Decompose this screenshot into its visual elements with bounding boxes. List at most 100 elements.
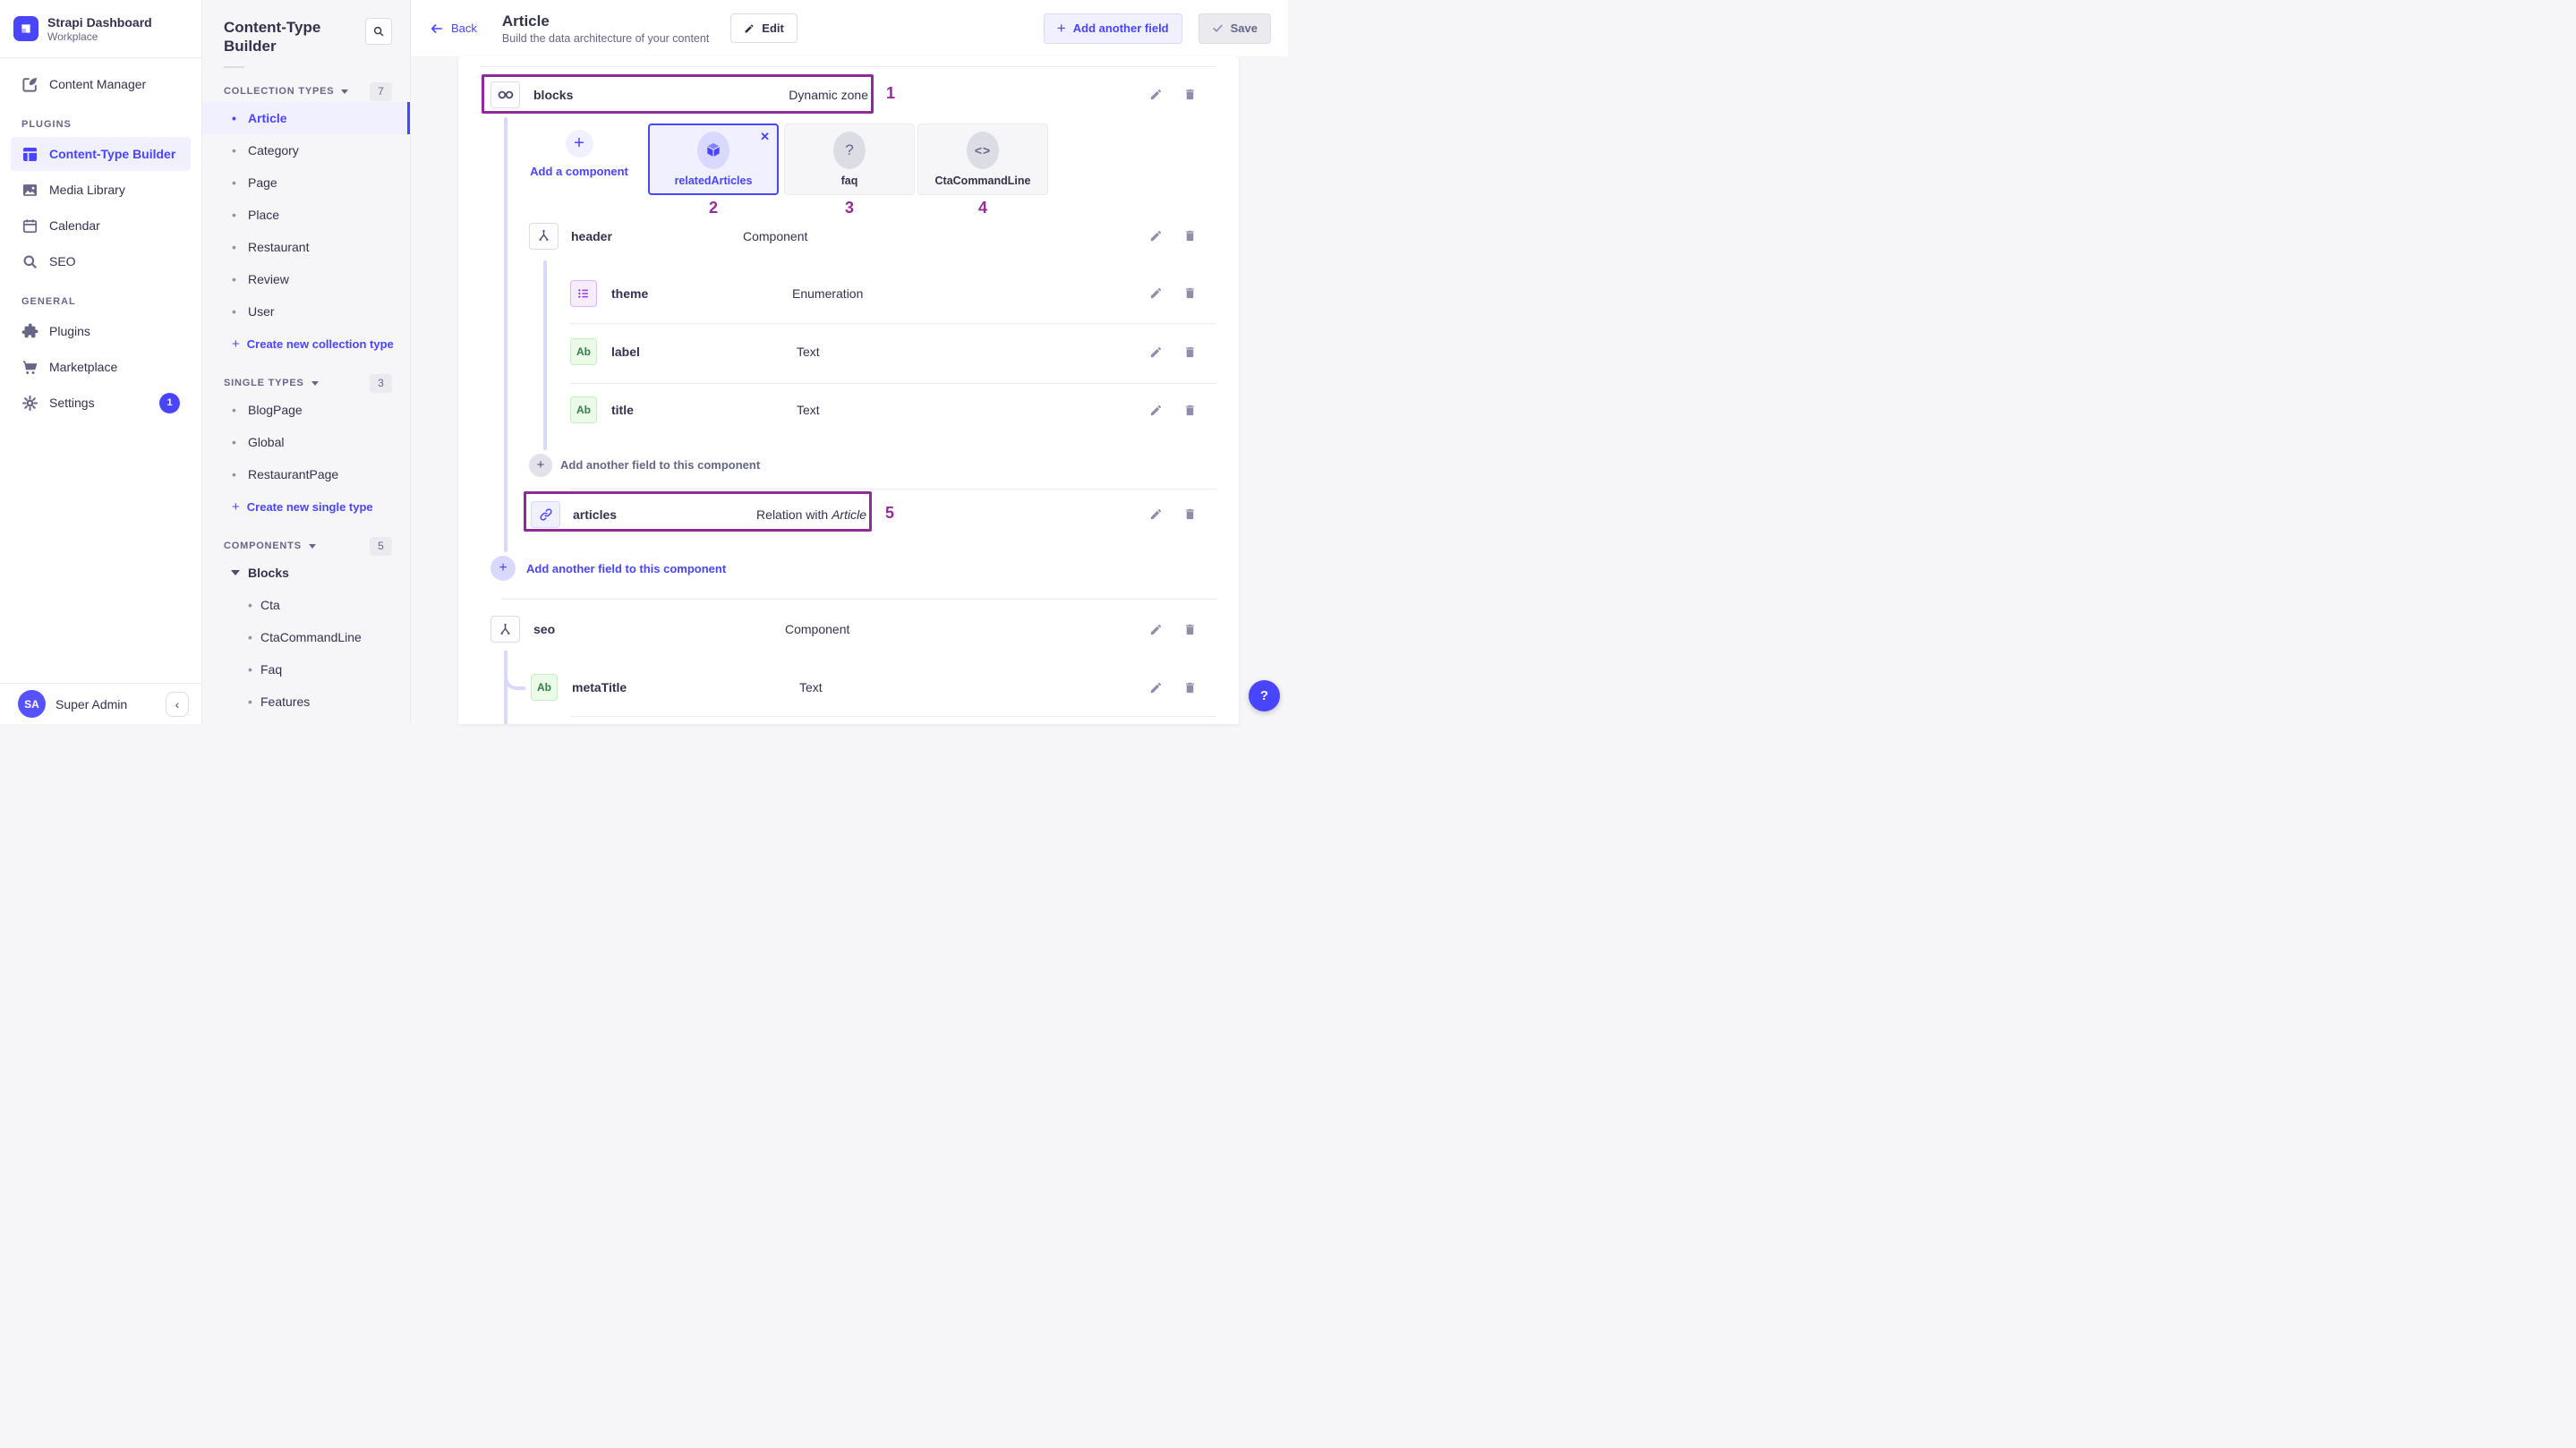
content-type-builder-subnav: Content-Type Builder COLLECTION TYPES 7 … bbox=[202, 0, 411, 724]
annotation-number-3: 3 bbox=[784, 199, 915, 217]
sidebar-item-label: Media Library bbox=[49, 183, 125, 197]
cart-icon bbox=[21, 359, 38, 376]
chevron-down-icon bbox=[311, 381, 319, 386]
field-name: blocks bbox=[533, 88, 573, 102]
field-row-theme: theme Enumeration bbox=[458, 273, 1239, 313]
sidebar-item-seo[interactable]: SEO bbox=[0, 244, 201, 278]
delete-field-icon[interactable] bbox=[1183, 286, 1197, 300]
puzzle-icon bbox=[21, 323, 38, 340]
text-field-icon: Ab bbox=[531, 674, 558, 701]
sidebar-item-settings[interactable]: Settings 1 bbox=[0, 386, 201, 420]
field-type: Relation with Article bbox=[743, 507, 866, 522]
plus-icon: + bbox=[232, 336, 240, 352]
field-name: articles bbox=[573, 507, 617, 522]
sidebar-item-label: Calendar bbox=[49, 218, 100, 233]
chevron-down-icon bbox=[309, 544, 316, 549]
search-button[interactable] bbox=[365, 18, 392, 45]
help-button[interactable]: ? bbox=[1249, 680, 1280, 711]
delete-field-icon[interactable] bbox=[1183, 623, 1197, 636]
subnav-item-restaurantpage[interactable]: RestaurantPage bbox=[202, 458, 410, 490]
add-field-to-component-button[interactable]: + Add another field to this component bbox=[458, 451, 1239, 479]
edit-field-icon[interactable] bbox=[1149, 229, 1163, 243]
save-button[interactable]: Save bbox=[1198, 13, 1271, 44]
close-icon[interactable]: ✕ bbox=[760, 130, 770, 144]
subnav-item-features[interactable]: Features bbox=[202, 686, 410, 718]
sidebar-item-content-type-builder[interactable]: Content-Type Builder bbox=[11, 137, 191, 171]
check-icon bbox=[1212, 22, 1224, 34]
edit-field-icon[interactable] bbox=[1149, 623, 1163, 636]
component-group-blocks[interactable]: Blocks bbox=[202, 557, 410, 589]
sidebar-item-content-manager[interactable]: Content Manager bbox=[0, 67, 201, 101]
edit-field-icon[interactable] bbox=[1149, 286, 1163, 300]
field-type: Dynamic zone bbox=[786, 88, 868, 102]
chevron-left-icon: ‹ bbox=[175, 697, 180, 711]
create-collection-type-link[interactable]: + Create new collection type bbox=[202, 328, 410, 360]
add-another-field-button[interactable]: + Add another field bbox=[1044, 13, 1182, 44]
components-header[interactable]: COMPONENTS 5 bbox=[202, 535, 410, 557]
field-type: Text bbox=[799, 680, 823, 694]
field-row-articles: articles Relation with Article bbox=[458, 494, 1239, 534]
delete-field-icon[interactable] bbox=[1183, 88, 1197, 101]
edit-field-icon[interactable] bbox=[1149, 88, 1163, 101]
section-general: GENERAL bbox=[21, 296, 201, 307]
main-nav: Content Manager PLUGINS Content-Type Bui… bbox=[0, 58, 201, 683]
subnav-item-category[interactable]: Category bbox=[202, 134, 410, 166]
page-header: Back Article Build the data architecture… bbox=[411, 0, 1288, 56]
back-link[interactable]: Back bbox=[430, 21, 477, 36]
sidebar-item-plugins[interactable]: Plugins bbox=[0, 314, 201, 348]
delete-field-icon[interactable] bbox=[1183, 507, 1197, 521]
sidebar-item-marketplace[interactable]: Marketplace bbox=[0, 350, 201, 384]
subnav-item-cta[interactable]: Cta bbox=[202, 589, 410, 621]
add-field-to-component-button[interactable]: + Add another field to this component bbox=[458, 556, 1239, 581]
collapse-sidebar-button[interactable]: ‹ bbox=[166, 692, 189, 717]
field-type: Component bbox=[743, 229, 807, 243]
content-type-builder-icon bbox=[21, 146, 38, 163]
subnav-item-review[interactable]: Review bbox=[202, 263, 410, 295]
dynamic-zone-icon bbox=[490, 81, 520, 108]
plus-icon: + bbox=[232, 499, 240, 515]
create-single-type-link[interactable]: + Create new single type bbox=[202, 490, 410, 523]
field-name: seo bbox=[533, 622, 555, 636]
subnav-item-article[interactable]: Article bbox=[202, 102, 410, 134]
field-name: theme bbox=[611, 286, 648, 301]
single-types-header[interactable]: SINGLE TYPES 3 bbox=[202, 372, 410, 394]
delete-field-icon[interactable] bbox=[1183, 404, 1197, 417]
subnav-item-place[interactable]: Place bbox=[202, 199, 410, 231]
subnav-item-page[interactable]: Page bbox=[202, 166, 410, 199]
subnav-item-user[interactable]: User bbox=[202, 295, 410, 328]
subnav-item-global[interactable]: Global bbox=[202, 426, 410, 458]
subnav-item-ctacommandline[interactable]: CtaCommandLine bbox=[202, 621, 410, 653]
app-title: Strapi Dashboard bbox=[47, 15, 152, 30]
component-card-relatedarticles[interactable]: ✕ relatedArticles bbox=[648, 124, 779, 195]
field-name: title bbox=[611, 403, 634, 417]
edit-field-icon[interactable] bbox=[1149, 404, 1163, 417]
workspace-switcher[interactable]: Strapi Dashboard Workplace bbox=[0, 0, 201, 58]
edit-button[interactable]: Edit bbox=[730, 13, 798, 43]
main-area: Back Article Build the data architecture… bbox=[411, 0, 1288, 724]
edit-field-icon[interactable] bbox=[1149, 507, 1163, 521]
fields-card: blocks Dynamic zone 1 + Add a component bbox=[458, 56, 1239, 724]
edit-field-icon[interactable] bbox=[1149, 345, 1163, 359]
collection-types-header[interactable]: COLLECTION TYPES 7 bbox=[202, 81, 410, 102]
collection-types-count: 7 bbox=[370, 82, 392, 101]
field-row-header: header Component bbox=[458, 217, 1239, 255]
subnav-item-restaurant[interactable]: Restaurant bbox=[202, 231, 410, 263]
sidebar-item-media-library[interactable]: Media Library bbox=[0, 173, 201, 207]
avatar[interactable]: SA bbox=[18, 690, 46, 718]
edit-field-icon[interactable] bbox=[1149, 681, 1163, 694]
search-icon bbox=[372, 25, 385, 38]
plus-icon: + bbox=[490, 556, 516, 581]
subnav-item-faq[interactable]: Faq bbox=[202, 653, 410, 686]
chevron-down-icon bbox=[341, 89, 348, 94]
subnav-item-blogpage[interactable]: BlogPage bbox=[202, 394, 410, 426]
builder-content: blocks Dynamic zone 1 + Add a component bbox=[411, 56, 1288, 724]
field-name: label bbox=[611, 345, 640, 359]
sidebar-item-calendar[interactable]: Calendar bbox=[0, 209, 201, 243]
component-card-ctacommandline[interactable]: <> CtaCommandLine bbox=[917, 124, 1048, 195]
field-type: Component bbox=[785, 622, 849, 636]
component-card-faq[interactable]: ? faq bbox=[784, 124, 915, 195]
add-component-button[interactable]: + Add a component bbox=[530, 124, 628, 178]
delete-field-icon[interactable] bbox=[1183, 229, 1197, 243]
delete-field-icon[interactable] bbox=[1183, 681, 1197, 694]
delete-field-icon[interactable] bbox=[1183, 345, 1197, 359]
